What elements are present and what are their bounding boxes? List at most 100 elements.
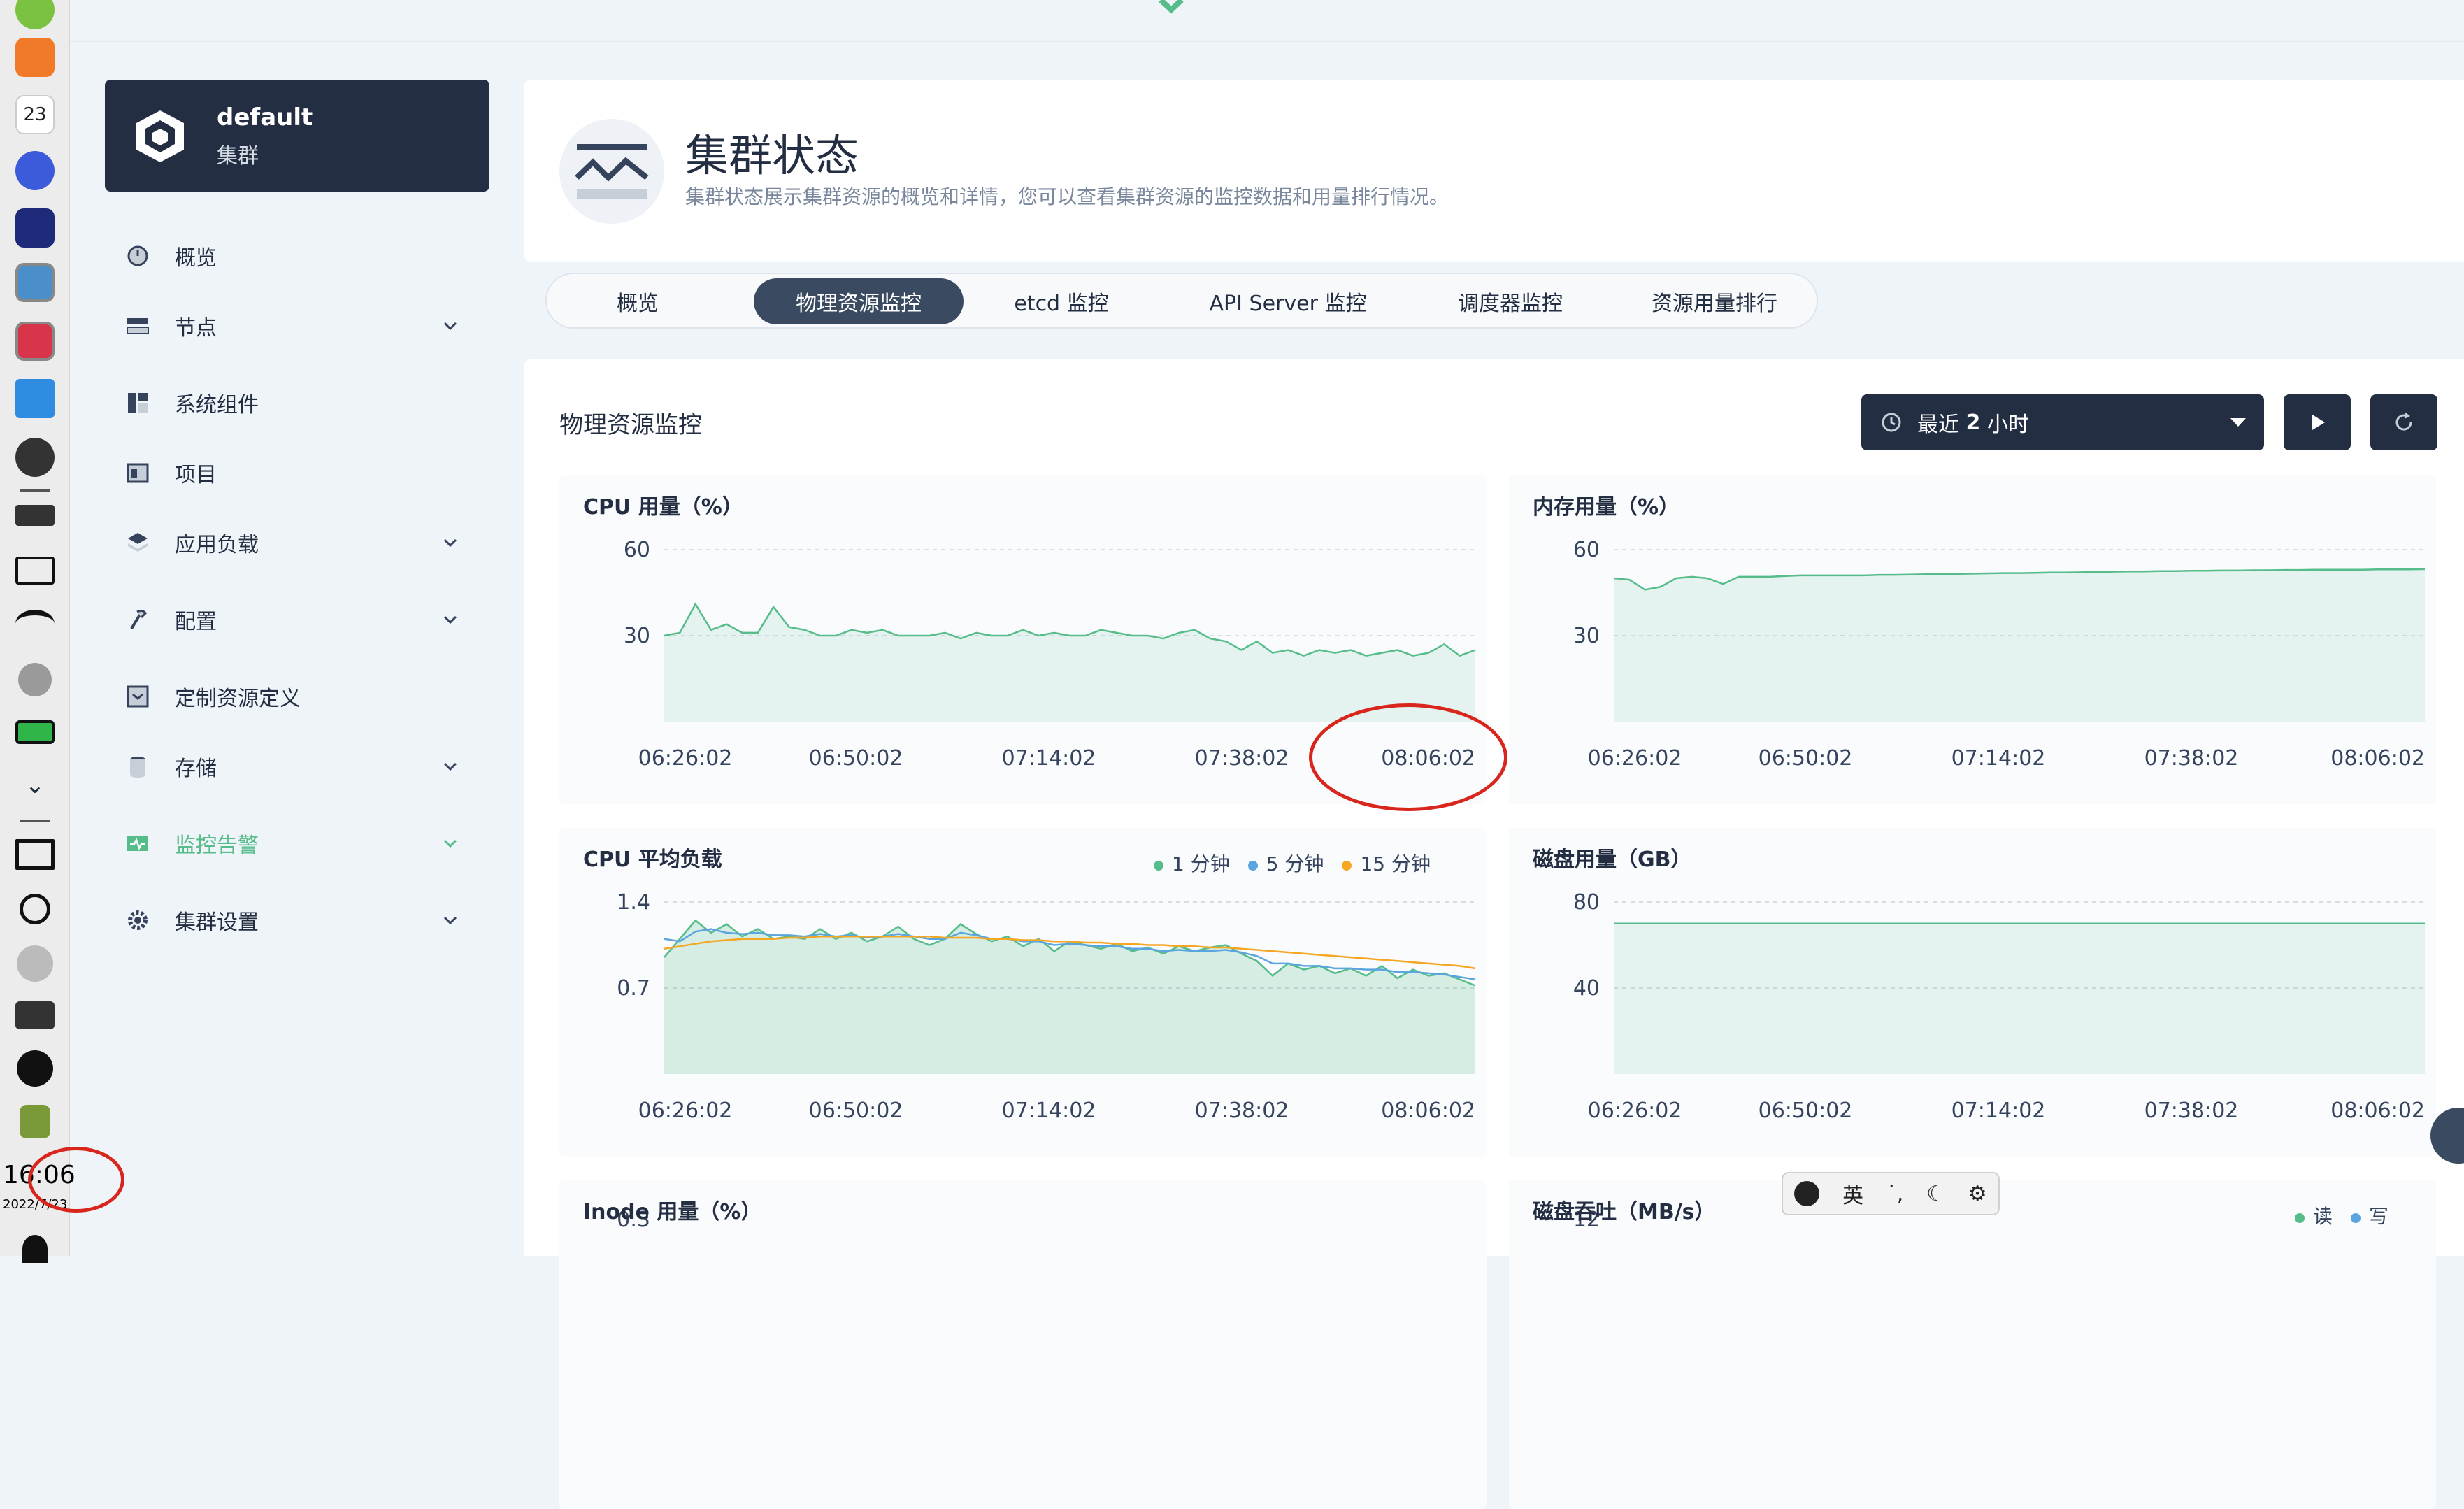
legend-dot <box>1247 861 1258 871</box>
calendar-day: 23 <box>23 104 47 125</box>
logo-icon <box>1159 0 1184 14</box>
legend-item[interactable]: 15 分钟 <box>1342 849 1431 877</box>
wifi-icon[interactable] <box>15 610 55 638</box>
legend-item[interactable]: 读 <box>2295 1201 2333 1229</box>
fruit-app-icon[interactable] <box>15 0 55 29</box>
waveform-icon[interactable] <box>17 945 53 982</box>
shield-app-icon[interactable] <box>20 1105 50 1138</box>
volume-muted-icon[interactable] <box>15 557 55 585</box>
chart-disk-throughput: 12 磁盘吞吐（MB/s） 读 写 <box>1509 1180 2436 1509</box>
chart-legend: 1 分钟 5 分钟 15 分钟 <box>1154 849 1431 877</box>
legend-dot <box>2295 1213 2305 1223</box>
sidebar-item-nodes[interactable]: 节点 <box>126 305 475 347</box>
x-tick-label: 06:26:02 <box>1588 1099 1682 1123</box>
top-bar <box>70 0 2464 42</box>
chart-memory-usage: 30 60 06:26:02 06:50:02 07:14:02 07:38:02 08:0… <box>1509 475 2436 804</box>
play-button[interactable] <box>2284 394 2351 450</box>
chevron-down-icon <box>443 538 457 548</box>
tab-api-server[interactable]: API Server 监控 <box>1176 278 1400 324</box>
input-method-icon[interactable] <box>15 1001 55 1029</box>
cluster-selector[interactable]: default 集群 <box>105 80 489 192</box>
settings-icon <box>128 910 148 930</box>
legend-item[interactable]: 5 分钟 <box>1247 849 1324 877</box>
tab-resource-ranking[interactable]: 资源用量排行 <box>1624 278 1805 324</box>
shopping-bag-app-icon[interactable] <box>15 38 55 77</box>
sidebar-item-label: 定制资源定义 <box>175 687 301 711</box>
x-tick-label: 06:26:02 <box>1588 746 1682 771</box>
chart-cpu-load-average: 0.7 1.4 06:26:02 06:50:02 07:14:02 07:38:02 08… <box>559 828 1487 1157</box>
settings-app-icon[interactable] <box>15 151 55 190</box>
sidebar-item-workloads[interactable]: 应用负载 <box>126 522 475 564</box>
chart-title: CPU 用量（%） <box>583 495 743 520</box>
moon-icon[interactable]: ☾ <box>1926 1182 1945 1206</box>
chart-title: 磁盘吞吐（MB/s） <box>1533 1200 1716 1224</box>
chevron-down-icon <box>443 322 457 331</box>
sidebar-item-projects[interactable]: 项目 <box>126 452 475 494</box>
sidebar-item-label: 监控告警 <box>175 834 259 858</box>
gear-icon[interactable]: ⚙ <box>1968 1182 1987 1206</box>
chart-title: CPU 平均负载 <box>583 848 722 872</box>
terminal-icon[interactable] <box>15 322 55 361</box>
sidebar-item-system-components[interactable]: 系统组件 <box>126 382 475 424</box>
chart-title: Inode 用量（%） <box>583 1200 762 1224</box>
x-tick-label: 07:14:02 <box>1951 1099 2046 1123</box>
annotation-circle-clock <box>28 1147 124 1213</box>
legend-dot <box>1154 861 1163 871</box>
sidebar-item-label: 应用负载 <box>175 533 259 557</box>
sidebar-item-crd[interactable]: 定制资源定义 <box>126 675 475 717</box>
crop-icon[interactable] <box>15 839 55 870</box>
tab-overview[interactable]: 概览 <box>572 278 703 324</box>
calendar-icon[interactable]: 23 <box>15 95 55 134</box>
tab-etcd[interactable]: etcd 监控 <box>977 278 1145 324</box>
history-icon <box>1882 413 1901 432</box>
keyboard-icon[interactable] <box>15 505 55 526</box>
refresh-button[interactable] <box>2370 394 2437 450</box>
battery-icon[interactable] <box>15 720 55 744</box>
monitoring-tabs: 概览 物理资源监控 etcd 监控 API Server 监控 调度器监控 资源… <box>545 273 1818 329</box>
os-dock: 23 ⌄ 16:06 2022/7/23 <box>0 0 76 1263</box>
user-icon[interactable] <box>22 1235 48 1263</box>
play-icon <box>2312 415 2325 430</box>
bluetooth-icon[interactable] <box>18 663 52 696</box>
memory-usage-plot: 30 60 06:26:02 06:50:02 07:14:02 07:38:02 08:0… <box>1573 538 2426 771</box>
page-description: 集群状态展示集群资源的概览和详情，您可以查看集群资源的监控数据和用量排行情况。 <box>685 185 1449 208</box>
disk-usage-plot: 40 80 06:26:02 06:50:02 07:14:02 07:38:02 08:0… <box>1573 890 2425 1123</box>
legend-item[interactable]: 1 分钟 <box>1154 849 1230 877</box>
dock-separator <box>20 820 50 822</box>
punctuation-icon[interactable]: ˙, <box>1886 1182 1904 1206</box>
legend-label: 写 <box>2369 1205 2389 1228</box>
search-icon[interactable] <box>20 894 50 924</box>
vscode-icon[interactable] <box>15 379 55 418</box>
time-range-prefix: 最近 <box>1917 413 1966 437</box>
nodes-icon <box>127 318 149 334</box>
et-app-icon[interactable] <box>15 438 55 477</box>
time-range-select[interactable]: 最近 2 小时 <box>1861 394 2264 450</box>
cluster-type: 集群 <box>217 144 259 169</box>
sidebar-item-monitoring[interactable]: 监控告警 <box>126 822 475 864</box>
sidebar-item-overview[interactable]: 概览 <box>126 235 475 277</box>
y-tick-label: 40 <box>1573 976 1600 1001</box>
tab-physical-resources[interactable]: 物理资源监控 <box>754 278 964 324</box>
chevron-down-icon[interactable]: ⌄ <box>15 773 55 797</box>
ime-language-toggle[interactable]: 英 <box>1842 1178 1863 1209</box>
time-range-value: 2 <box>1965 410 1981 435</box>
sidebar-item-storage[interactable]: 存储 <box>126 745 475 787</box>
baidu-ime-icon[interactable] <box>1794 1181 1820 1206</box>
x-tick-label: 07:38:02 <box>2144 746 2239 771</box>
x-tick-label: 07:14:02 <box>1002 1099 1096 1123</box>
legend-label: 1 分钟 <box>1172 852 1230 875</box>
x-tick-label: 07:38:02 <box>2144 1099 2239 1123</box>
tab-scheduler[interactable]: 调度器监控 <box>1419 278 1601 324</box>
x-tick-label: 07:38:02 <box>1195 746 1289 771</box>
annotation-circle-timestamp <box>1309 703 1507 811</box>
cpu-load-plot: 0.7 1.4 06:26:02 06:50:02 07:14:02 07:38:02 08… <box>617 890 1476 1123</box>
legend-item[interactable]: 写 <box>2351 1201 2388 1229</box>
power-icon[interactable] <box>17 1050 53 1087</box>
system-monitor-icon[interactable] <box>15 263 55 302</box>
sidebar-item-config[interactable]: 配置 <box>126 599 475 641</box>
y-tick-label: 30 <box>1573 624 1600 648</box>
area-fill <box>1614 923 2425 1074</box>
chart-legend: 读 写 <box>2295 1201 2388 1229</box>
intellij-icon[interactable] <box>15 208 55 248</box>
sidebar-item-cluster-settings[interactable]: 集群设置 <box>126 899 475 941</box>
